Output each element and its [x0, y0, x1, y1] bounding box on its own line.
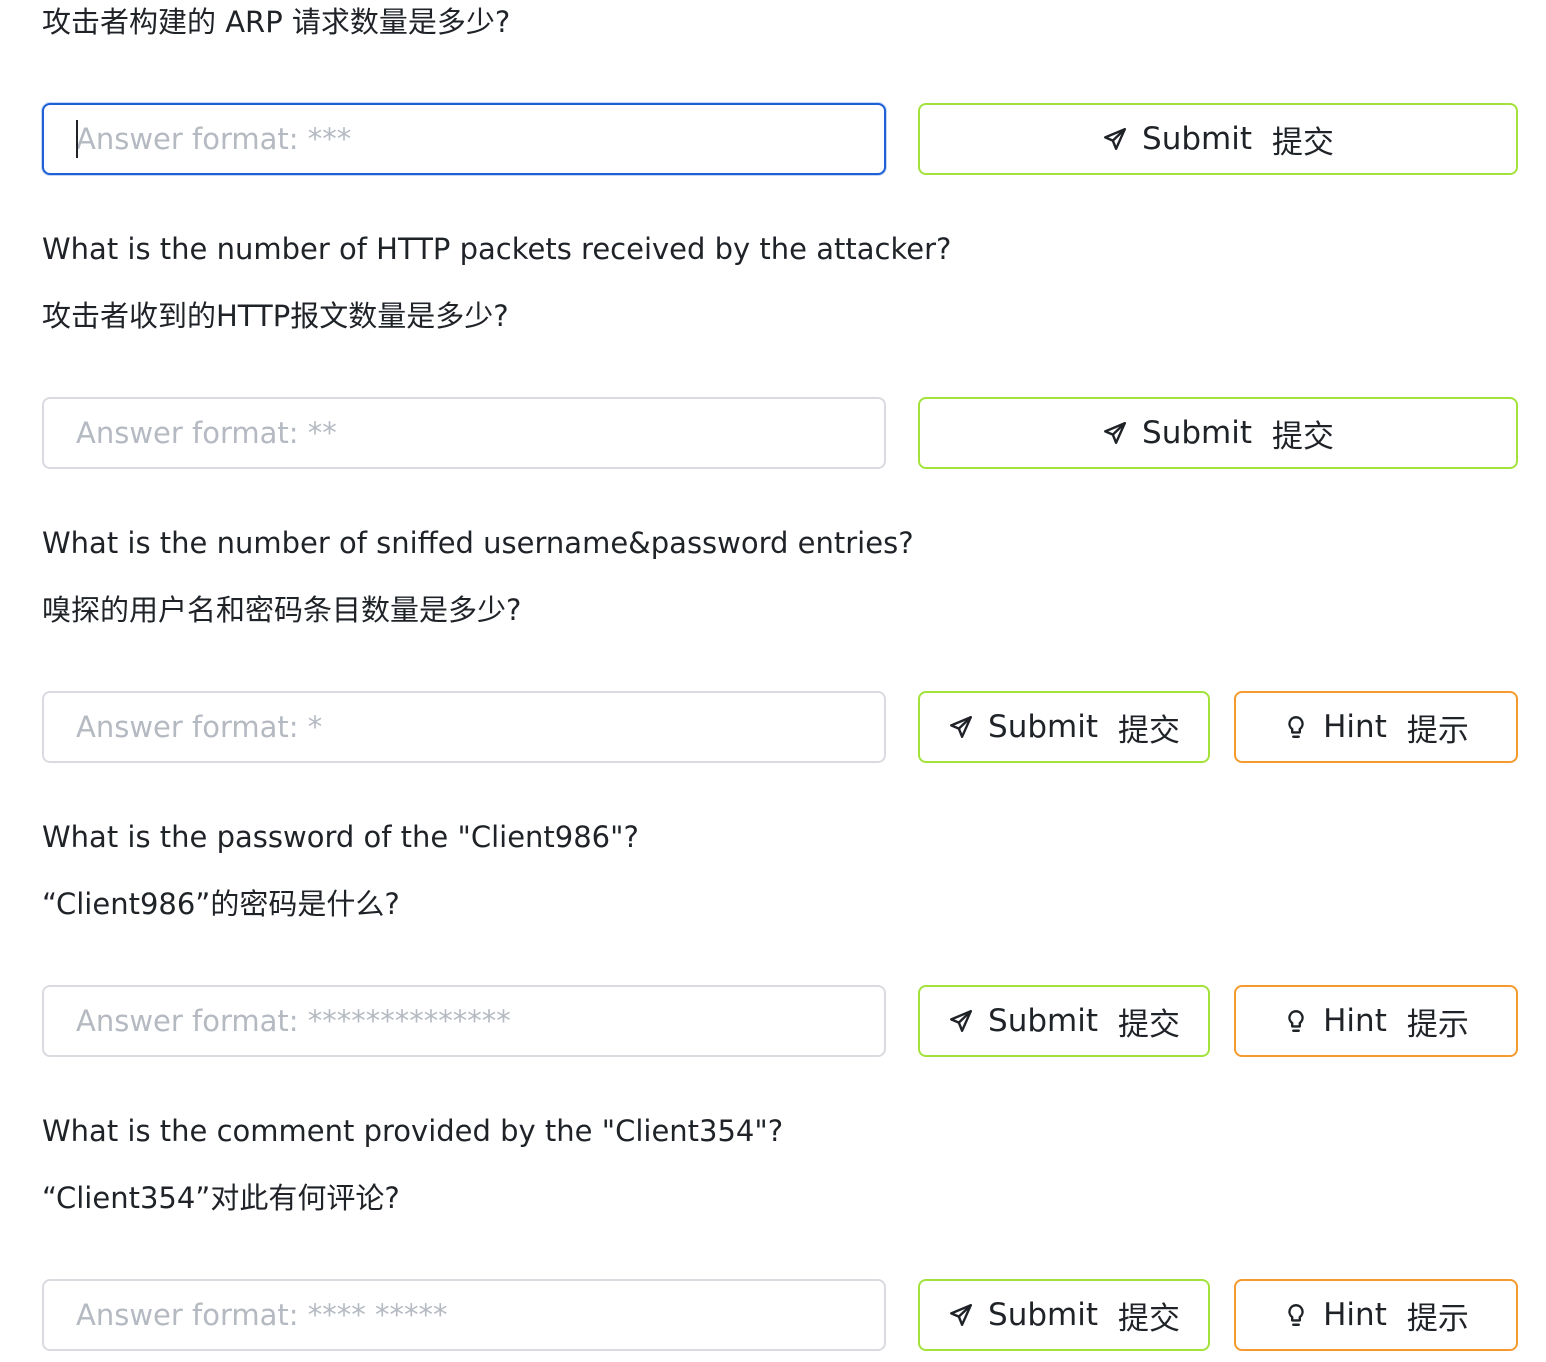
hint-button-5[interactable]: Hint 提示: [1234, 1279, 1518, 1351]
submit-button-label: Submit: [1142, 121, 1252, 157]
send-icon: [948, 1008, 974, 1034]
submit-button-label: Submit: [1142, 415, 1252, 451]
question-5-text-en: What is the comment provided by the "Cli…: [42, 1114, 784, 1148]
lightbulb-icon: [1283, 1008, 1309, 1034]
answer-input-1[interactable]: [42, 103, 886, 175]
submit-button-label: Submit: [988, 1297, 1098, 1333]
hint-button-label-zh: 提示: [1406, 1006, 1469, 1043]
lightbulb-icon: [1283, 714, 1309, 740]
answer-input-3[interactable]: [42, 691, 886, 763]
question-3-text-zh: 嗅探的用户名和密码条目数量是多少?: [42, 593, 522, 627]
question-4-text-zh: “Client986”的密码是什么?: [42, 887, 400, 921]
submit-button-3[interactable]: Submit 提交: [918, 691, 1210, 763]
submit-button-5[interactable]: Submit 提交: [918, 1279, 1210, 1351]
answer-input-5[interactable]: [42, 1279, 886, 1351]
submit-button-label: Submit: [988, 709, 1098, 745]
question-3-text-en: What is the number of sniffed username&p…: [42, 526, 914, 560]
lightbulb-icon: [1283, 1302, 1309, 1328]
question-list: 攻击者构建的 ARP 请求数量是多少? Submit 提交 What is th…: [0, 0, 1546, 1362]
submit-button-label: Submit: [988, 1003, 1098, 1039]
hint-button-3[interactable]: Hint 提示: [1234, 691, 1518, 763]
question-2-text-en: What is the number of HTTP packets recei…: [42, 232, 952, 266]
question-5-text-zh: “Client354”对此有何评论?: [42, 1181, 400, 1215]
send-icon: [948, 1302, 974, 1328]
submit-button-label-zh: 提交: [1117, 1006, 1180, 1043]
hint-button-label: Hint: [1323, 1003, 1387, 1039]
answer-input-4[interactable]: [42, 985, 886, 1057]
text-caret: [76, 120, 78, 158]
submit-button-label-zh: 提交: [1117, 712, 1180, 749]
question-2-text-zh: 攻击者收到的HTTP报文数量是多少?: [42, 299, 509, 333]
submit-button-4[interactable]: Submit 提交: [918, 985, 1210, 1057]
hint-button-label: Hint: [1323, 709, 1387, 745]
question-4-text-en: What is the password of the "Client986"?: [42, 820, 639, 854]
submit-button-1[interactable]: Submit 提交: [918, 103, 1518, 175]
send-icon: [948, 714, 974, 740]
submit-button-label-zh: 提交: [1271, 124, 1334, 161]
submit-button-label-zh: 提交: [1271, 418, 1334, 455]
hint-button-label-zh: 提示: [1406, 1300, 1469, 1337]
hint-button-label-zh: 提示: [1406, 712, 1469, 749]
hint-button-4[interactable]: Hint 提示: [1234, 985, 1518, 1057]
question-1-text-zh: 攻击者构建的 ARP 请求数量是多少?: [42, 5, 511, 39]
answer-input-2[interactable]: [42, 397, 886, 469]
submit-button-2[interactable]: Submit 提交: [918, 397, 1518, 469]
send-icon: [1102, 126, 1128, 152]
submit-button-label-zh: 提交: [1117, 1300, 1180, 1337]
send-icon: [1102, 420, 1128, 446]
hint-button-label: Hint: [1323, 1297, 1387, 1333]
